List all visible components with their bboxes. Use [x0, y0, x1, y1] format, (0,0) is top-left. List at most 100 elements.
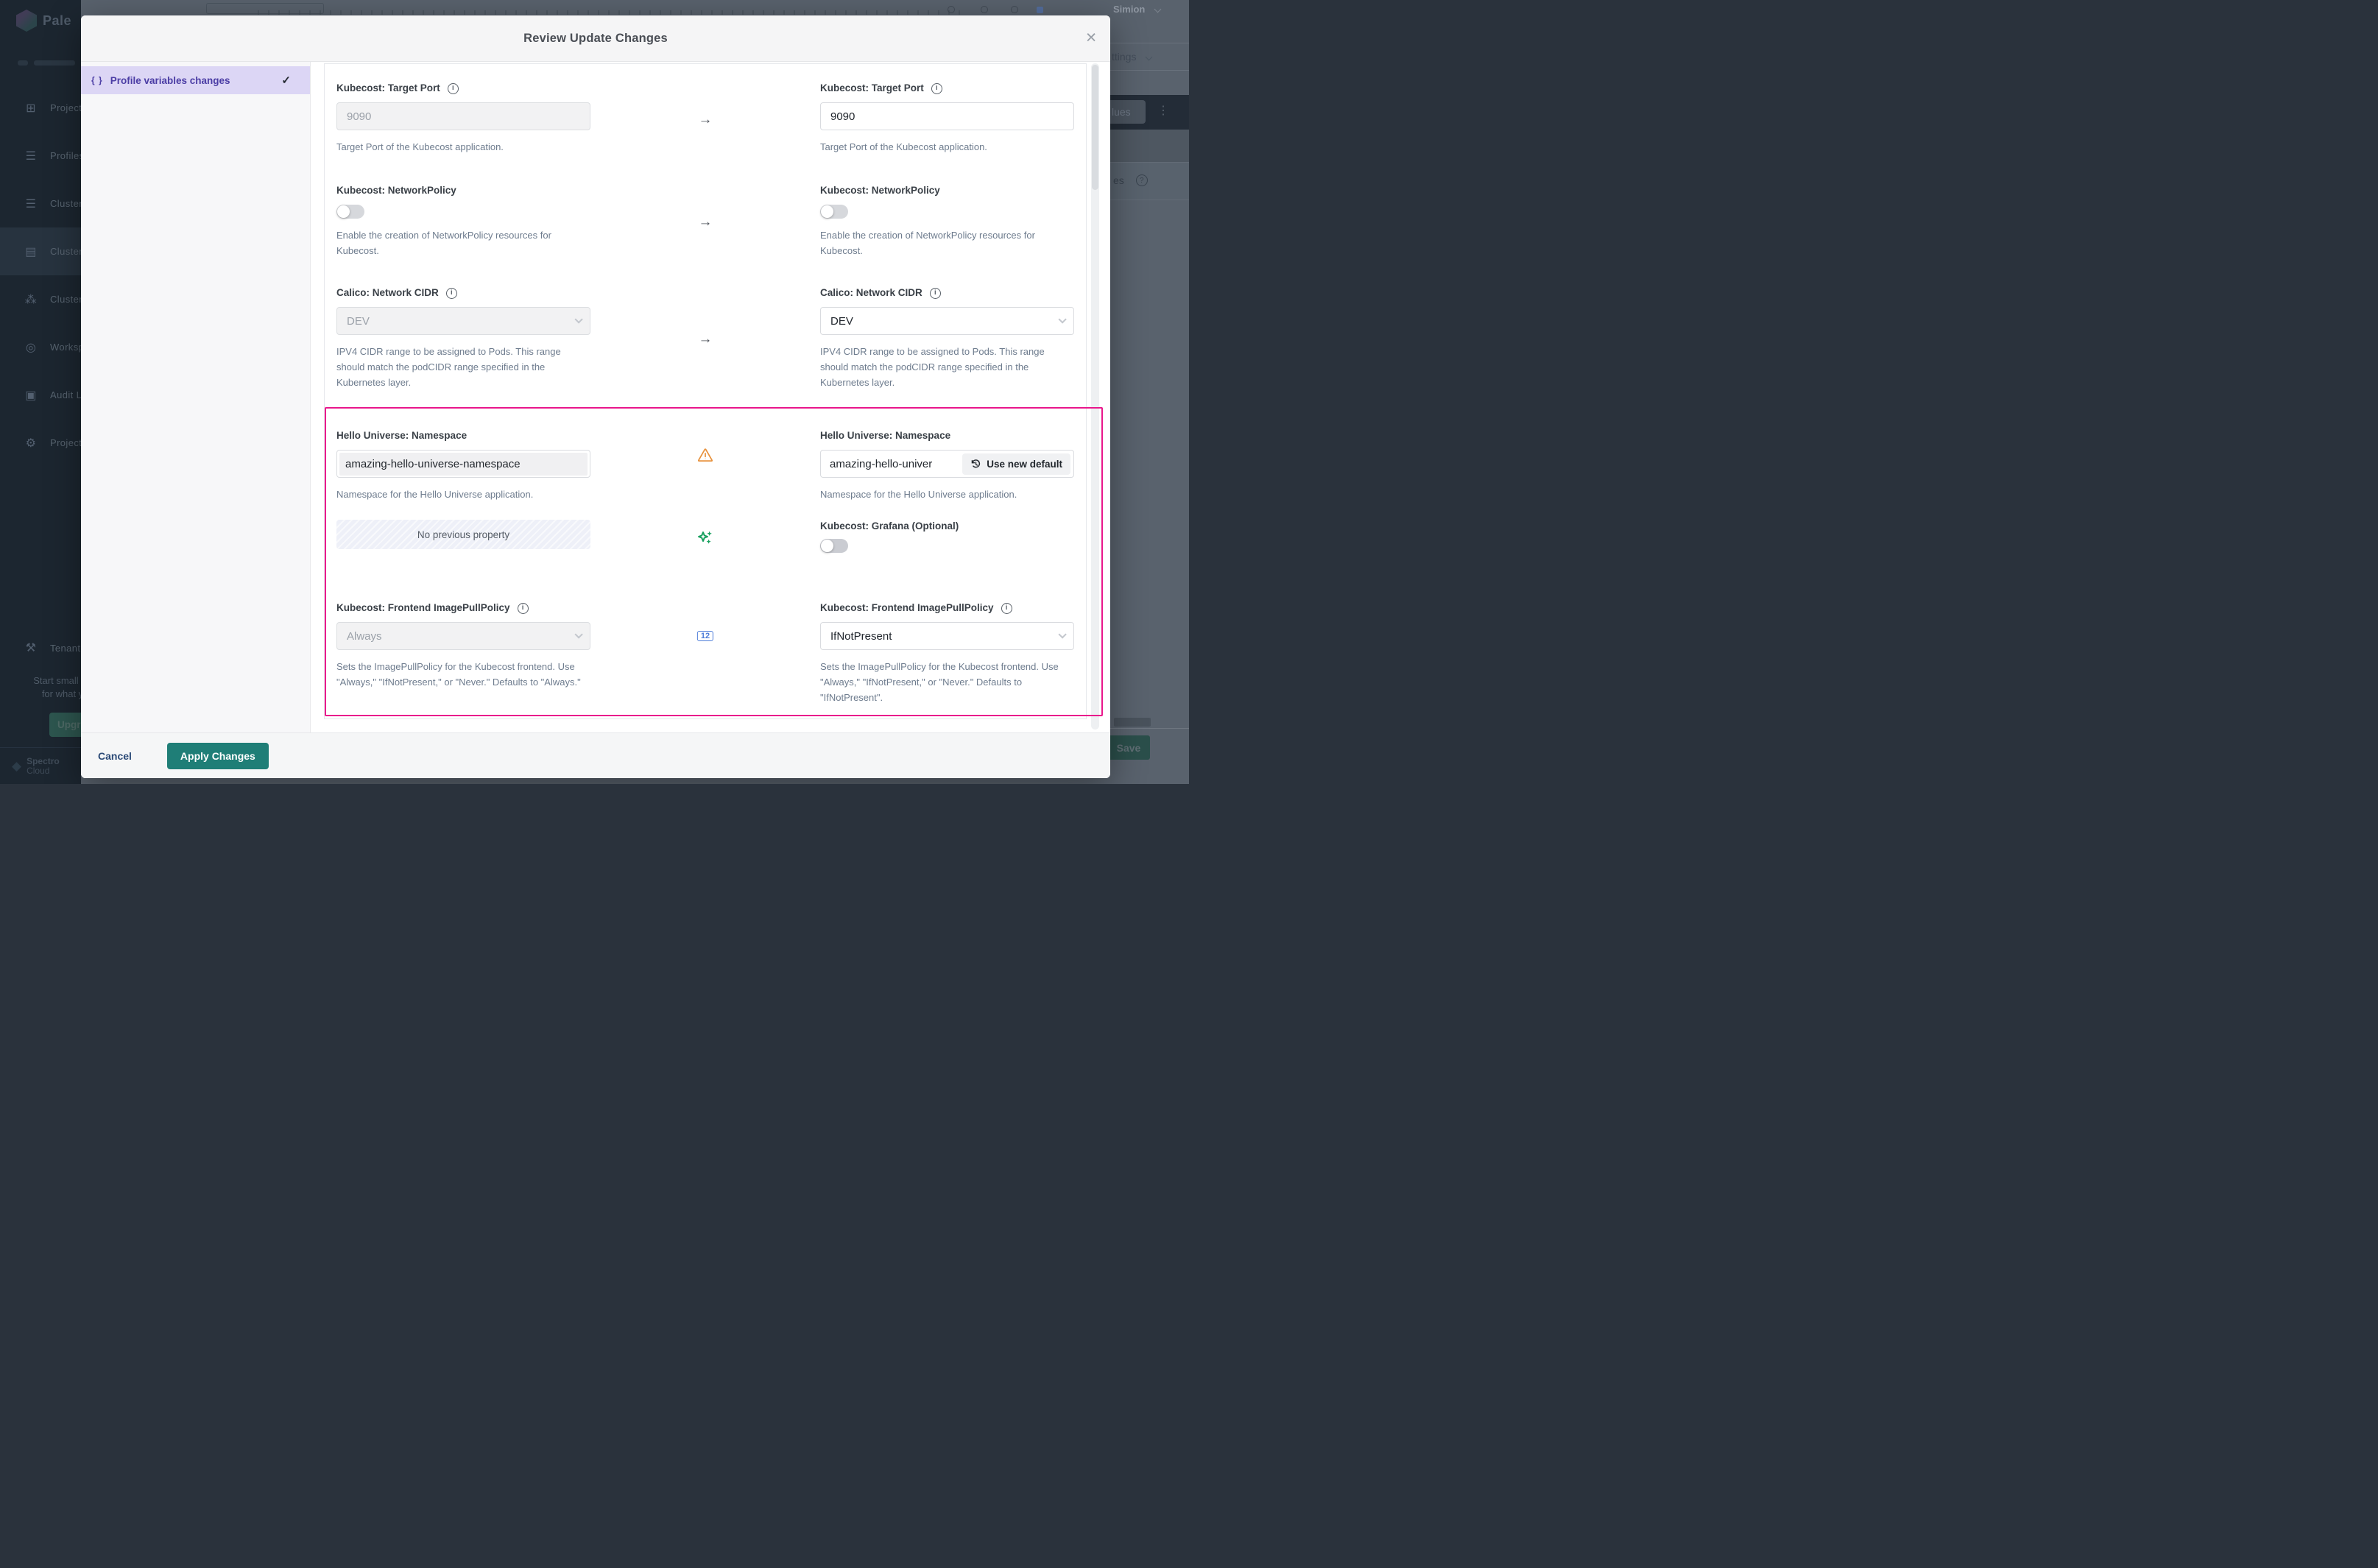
- field-label: Calico: Network CIDR i: [336, 286, 590, 300]
- info-icon[interactable]: i: [931, 83, 942, 94]
- target-port-new-input[interactable]: 9090: [820, 102, 1074, 130]
- table-header-band: [1110, 130, 1189, 163]
- image-pull-policy-old-select[interactable]: Always: [336, 622, 590, 650]
- topbar-text-remnants: [258, 10, 964, 15]
- settings-label: ttings: [1112, 51, 1136, 63]
- field-label-text: Hello Universe: Namespace: [820, 429, 950, 442]
- use-new-default-button[interactable]: Use new default: [962, 453, 1070, 475]
- bell-icon[interactable]: [948, 6, 955, 13]
- spectro-diamond-icon: ◆: [12, 759, 21, 774]
- field-label: Kubecost: Frontend ImagePullPolicy i: [820, 601, 1074, 615]
- stack-icon: ☰: [24, 149, 38, 163]
- info-icon[interactable]: i: [448, 83, 459, 94]
- namespace-old-input[interactable]: amazing-hello-universe-namespace: [336, 450, 590, 478]
- image-pull-policy-new-select[interactable]: IfNotPresent: [820, 622, 1074, 650]
- field-label-text: Kubecost: NetworkPolicy: [336, 184, 456, 197]
- info-icon[interactable]: i: [1001, 603, 1012, 614]
- field-help: IPV4 CIDR range to be assigned to Pods. …: [336, 344, 590, 390]
- input-value: 9090: [830, 110, 855, 123]
- input-value-highlighted: amazing-hello-universe-namespace: [339, 453, 588, 476]
- arrow-right-icon: →: [699, 331, 713, 347]
- alert-icon[interactable]: [981, 6, 988, 13]
- field-label-text: Hello Universe: Namespace: [336, 429, 467, 442]
- field-help: Sets the ImagePullPolicy for the Kubecos…: [820, 659, 1074, 705]
- modal-scrollbar-track[interactable]: [1091, 63, 1099, 730]
- network-cidr-new-select[interactable]: DEV: [820, 307, 1074, 335]
- sidebar-item-label: Worksp: [50, 342, 84, 353]
- network-policy-new-toggle[interactable]: [820, 205, 848, 219]
- question-circle-icon: ?: [1136, 174, 1148, 186]
- chevron-down-icon: [1058, 630, 1066, 638]
- history-icon: [970, 459, 981, 470]
- kebab-menu-icon[interactable]: ⋮: [1157, 103, 1169, 118]
- sidebar-nav: ⊞ Project ☰ Profiles ☰ Cluster ▤ Cluster…: [0, 84, 81, 467]
- namespace-new-input[interactable]: amazing-hello-univer Use new default: [820, 450, 1074, 478]
- sidebar-item-label: Cluster: [50, 246, 82, 257]
- field-help: Sets the ImagePullPolicy for the Kubecos…: [336, 659, 590, 690]
- nav-item-label: Profile variables changes: [110, 75, 275, 86]
- user-name: Simion: [1113, 4, 1145, 15]
- arrow-right-icon: →: [699, 214, 713, 230]
- cancel-button[interactable]: Cancel: [98, 750, 132, 762]
- row-image-pull-policy: Kubecost: Frontend ImagePullPolicy i Alw…: [336, 601, 1074, 705]
- info-icon[interactable]: i: [930, 288, 941, 299]
- spectro-cloud-logo: ◆ Spectro Cloud: [12, 757, 60, 776]
- grafana-toggle[interactable]: [820, 539, 848, 553]
- field-help: Target Port of the Kubecost application.: [336, 139, 590, 155]
- select-value: DEV: [347, 315, 370, 328]
- tools-icon: ⚒: [24, 640, 38, 655]
- sidebar-skeleton-pill: [18, 60, 28, 66]
- close-icon[interactable]: ✕: [1085, 32, 1097, 46]
- field-help: Enable the creation of NetworkPolicy res…: [336, 227, 590, 258]
- field-label-text: Kubecost: Target Port: [336, 82, 440, 95]
- sidebar-item-label: Audit L: [50, 389, 82, 400]
- field-help: Enable the creation of NetworkPolicy res…: [820, 227, 1074, 258]
- network-icon: ⁂: [24, 292, 38, 307]
- changes-comparison-panel: Kubecost: Target Port i 9090 Target Port…: [324, 63, 1087, 719]
- save-button-label: Save: [1117, 742, 1141, 754]
- sidebar-divider: [0, 747, 81, 748]
- nav-item-profile-variables-changes[interactable]: { } Profile variables changes ✓: [81, 66, 310, 94]
- palette-logo: Pale: [16, 10, 71, 32]
- field-label: Kubecost: NetworkPolicy: [336, 184, 590, 197]
- no-previous-property-box: No previous property: [336, 520, 590, 549]
- sidebar-item-label: Profiles: [50, 150, 85, 161]
- diff-count-badge: 12: [697, 631, 713, 641]
- sidebar-item-label: Project: [50, 102, 82, 113]
- select-value: IfNotPresent: [830, 630, 892, 643]
- field-label-text: Calico: Network CIDR: [336, 286, 439, 300]
- app-switcher-icon[interactable]: [1037, 7, 1043, 13]
- palette-logo-icon: [16, 10, 37, 32]
- target-port-old-input[interactable]: 9090: [336, 102, 590, 130]
- app-sidebar: Pale ⊞ Project ☰ Profiles ☰ Cluster ▤ Cl…: [0, 0, 81, 784]
- field-help: Target Port of the Kubecost application.: [820, 139, 1074, 155]
- select-value: Always: [347, 630, 382, 643]
- info-icon[interactable]: i: [518, 603, 529, 614]
- field-label-text: Calico: Network CIDR: [820, 286, 922, 300]
- projects-icon: ⊞: [24, 101, 38, 116]
- upgrade-button-label: Upgr: [57, 719, 81, 730]
- arrow-right-icon: →: [699, 112, 713, 128]
- modal-title: Review Update Changes: [523, 32, 668, 46]
- brand-line: Cloud: [27, 766, 60, 776]
- modal-side-nav: { } Profile variables changes ✓: [81, 62, 311, 732]
- palette-logo-text: Pale: [43, 13, 71, 29]
- modal-footer: Cancel Apply Changes: [81, 732, 1110, 778]
- apply-changes-button[interactable]: Apply Changes: [167, 743, 269, 769]
- chevron-down-icon: [1058, 315, 1066, 323]
- field-label-text: Kubecost: NetworkPolicy: [820, 184, 940, 197]
- field-label: Kubecost: Grafana (Optional): [820, 520, 1074, 533]
- save-button[interactable]: Save: [1107, 735, 1150, 760]
- field-help: Namespace for the Hello Universe applica…: [336, 487, 590, 502]
- info-icon[interactable]: i: [446, 288, 457, 299]
- modal-header: Review Update Changes ✕: [81, 15, 1110, 62]
- braces-icon: { }: [91, 75, 103, 85]
- network-cidr-old-select[interactable]: DEV: [336, 307, 590, 335]
- field-label-text: Kubecost: Frontend ImagePullPolicy: [336, 601, 510, 615]
- modal-scrollbar-thumb[interactable]: [1092, 65, 1098, 190]
- help-circle-icon[interactable]: [1011, 6, 1018, 13]
- warning-triangle-icon: [697, 447, 714, 467]
- workspace-icon: ◎: [24, 340, 38, 355]
- user-menu[interactable]: Simion: [1113, 4, 1160, 15]
- network-policy-old-toggle[interactable]: [336, 205, 364, 219]
